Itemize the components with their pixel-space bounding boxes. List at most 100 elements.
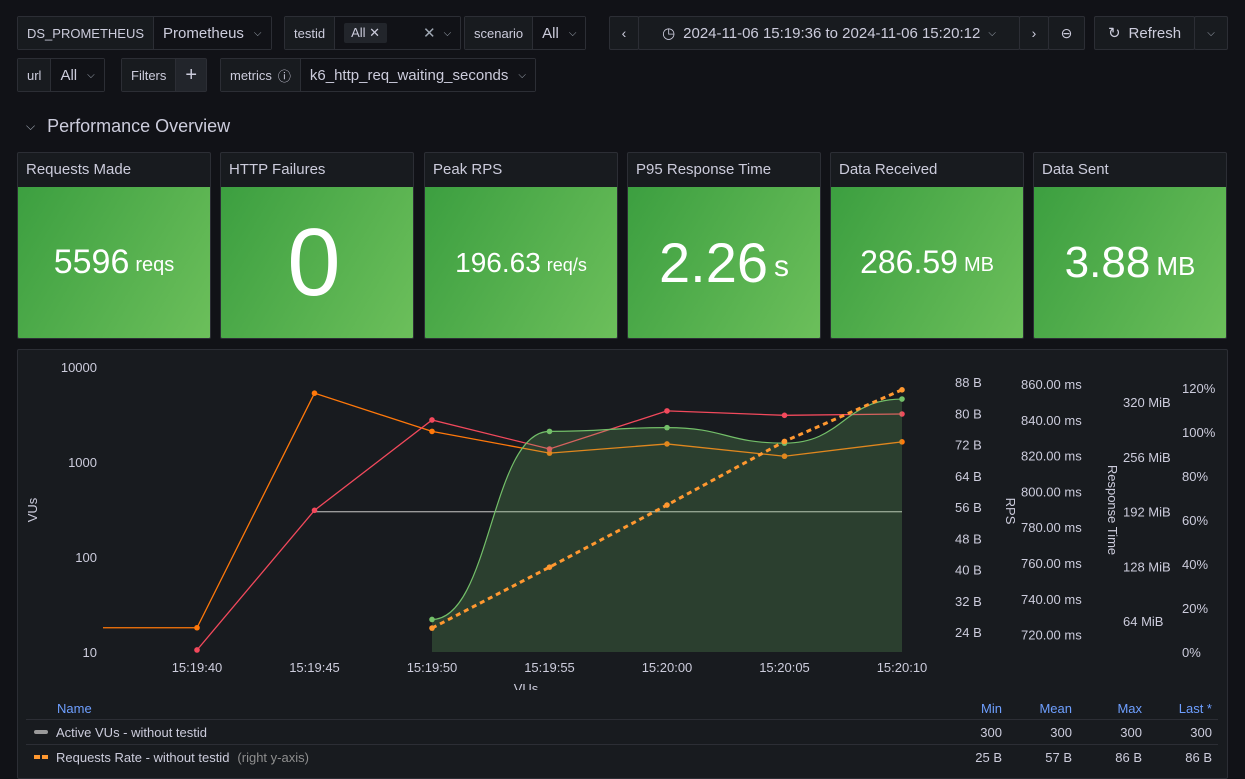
- y-tick-label: 10: [83, 645, 97, 660]
- right-y-tick-label: 820.00 ms: [1021, 449, 1082, 464]
- stat-value: 2.26: [659, 231, 768, 294]
- scenario-label: scenario: [465, 17, 534, 49]
- legend-col-mean[interactable]: Mean: [1008, 701, 1078, 716]
- legend-axis-note: (right y-axis): [237, 749, 309, 765]
- stat-panel: P95 Response Time 2.26 s: [627, 152, 821, 339]
- stat-title: Requests Made: [26, 161, 132, 178]
- x-axis-label: VUs: [514, 681, 539, 690]
- x-tick-label: 15:19:55: [524, 660, 575, 675]
- stat-value-box: 196.63 req/s: [425, 187, 617, 338]
- time-forward-button[interactable]: ›: [1019, 16, 1049, 50]
- data-point: [899, 387, 905, 393]
- clear-icon[interactable]: ✕: [423, 24, 436, 42]
- right-y-tick-label: 60%: [1182, 513, 1208, 528]
- refresh-label: Refresh: [1128, 24, 1182, 42]
- testid-select[interactable]: All ✕ ✕ ⌵: [335, 17, 461, 49]
- right-y-tick-label: 56 B: [955, 500, 982, 515]
- refresh-button[interactable]: ↻ Refresh: [1094, 16, 1195, 50]
- metrics-value: k6_http_req_waiting_seconds: [309, 66, 509, 84]
- legend-col-last[interactable]: Last *: [1148, 701, 1218, 716]
- data-point: [664, 424, 670, 431]
- x-tick-label: 15:19:50: [407, 660, 458, 675]
- chevron-down-icon: ⌵: [518, 69, 526, 81]
- metrics-select[interactable]: k6_http_req_waiting_seconds ⌵: [300, 59, 535, 91]
- x-tick-label: 15:19:40: [172, 660, 223, 675]
- section-header[interactable]: ⌵ Performance Overview: [26, 116, 230, 137]
- ds-variable: DS_PROMETHEUS Prometheus ⌵: [17, 16, 272, 50]
- chevron-down-icon: ⌵: [988, 27, 996, 39]
- right-y-tick-label: 48 B: [955, 531, 982, 546]
- add-filter-button[interactable]: +: [176, 59, 207, 91]
- legend-col-min[interactable]: Min: [938, 701, 1008, 716]
- stat-value-box: 2.26 s: [628, 187, 820, 338]
- legend-min: 300: [980, 724, 1002, 740]
- scenario-select[interactable]: All ⌵: [533, 17, 586, 49]
- scenario-variable: scenario All ⌵: [464, 16, 587, 50]
- right-y-tick-label: 72 B: [955, 438, 982, 453]
- right-y-tick-label: 800.00 ms: [1021, 484, 1082, 499]
- legend-col-max[interactable]: Max: [1078, 701, 1148, 716]
- refresh-interval-button[interactable]: ⌵: [1194, 16, 1228, 50]
- url-select[interactable]: All ⌵: [51, 59, 104, 91]
- right-y-tick-label: 40%: [1182, 557, 1208, 572]
- stat-title: HTTP Failures: [229, 161, 326, 178]
- right-y-tick-label: 40 B: [955, 563, 982, 578]
- stat-value: 3.88: [1064, 237, 1151, 287]
- ds-value: Prometheus: [163, 24, 244, 42]
- time-range-picker[interactable]: ◷ 2024-11-06 15:19:36 to 2024-11-06 15:20…: [638, 16, 1020, 50]
- time-back-button[interactable]: ‹: [609, 16, 639, 50]
- data-point: [546, 564, 553, 570]
- chevron-down-icon: ⌵: [87, 69, 95, 81]
- data-point: [546, 428, 553, 435]
- ds-label: DS_PROMETHEUS: [18, 17, 155, 49]
- data-point: [781, 412, 788, 419]
- stat-value-box: 0: [221, 187, 413, 338]
- legend-last: 86 B: [1185, 749, 1212, 765]
- refresh-icon: ↻: [1107, 25, 1121, 42]
- stat-value-box: 3.88 MB: [1034, 187, 1226, 338]
- url-label: url: [18, 59, 52, 91]
- legend-col-name[interactable]: Name: [26, 701, 938, 716]
- right-y-tick-label: 64 B: [955, 469, 982, 484]
- data-point: [664, 502, 670, 508]
- stat-value-box: 286.59 MB: [831, 187, 1023, 338]
- zoom-out-button[interactable]: ⊖: [1048, 16, 1085, 50]
- right-y-tick-label: 80 B: [955, 406, 982, 421]
- section-title: Performance Overview: [47, 116, 231, 136]
- stat-value: 5596: [53, 243, 130, 281]
- legend-max: 86 B: [1115, 749, 1142, 765]
- testid-variable: testid All ✕ ✕ ⌵: [284, 16, 462, 50]
- data-point: [311, 390, 318, 396]
- testid-label: testid: [285, 17, 336, 49]
- x-tick-label: 15:20:05: [759, 660, 810, 675]
- right-y-tick-label: 64 MiB: [1123, 614, 1163, 629]
- right-y-tick-label: 192 MiB: [1123, 505, 1171, 520]
- legend-row[interactable]: Requests Rate - without testid (right y-a…: [26, 744, 1218, 769]
- right-y-tick-label: 780.00 ms: [1021, 520, 1082, 535]
- legend-mean: 57 B: [1045, 749, 1072, 765]
- chevron-left-icon: ‹: [621, 25, 627, 41]
- url-value: All: [60, 66, 78, 84]
- y-axis-label: VUs: [25, 497, 40, 522]
- right-y-tick-label: 20%: [1182, 601, 1208, 616]
- testid-chip[interactable]: All ✕: [344, 23, 388, 43]
- chevron-down-icon: ⌵: [568, 27, 577, 39]
- right-y-axis-label: RPS: [1003, 498, 1018, 525]
- chevron-down-icon: ⌵: [443, 27, 452, 39]
- data-point: [429, 616, 435, 623]
- plus-icon: +: [185, 63, 198, 86]
- legend-mean: 300: [1050, 724, 1072, 740]
- right-y-axis-label: Response Time: [1105, 465, 1120, 555]
- stat-title: Data Sent: [1042, 161, 1109, 178]
- chevron-right-icon: ›: [1031, 25, 1037, 41]
- right-y-tick-label: 860.00 ms: [1021, 377, 1082, 392]
- timeseries-chart[interactable]: 15:19:40 15:19:45 15:19:50 15:19:55 15:20:00…: [18, 350, 1229, 690]
- legend-last: 300: [1190, 724, 1212, 740]
- stat-unit: reqs: [135, 254, 175, 276]
- data-point: [899, 396, 905, 402]
- ds-select[interactable]: Prometheus ⌵: [154, 17, 271, 49]
- legend-row[interactable]: Active VUs - without testid 300 300 300 …: [26, 719, 1218, 744]
- info-icon[interactable]: ⓘ: [278, 66, 291, 85]
- stat-unit: s: [774, 250, 789, 283]
- url-variable: url All ⌵: [17, 58, 105, 92]
